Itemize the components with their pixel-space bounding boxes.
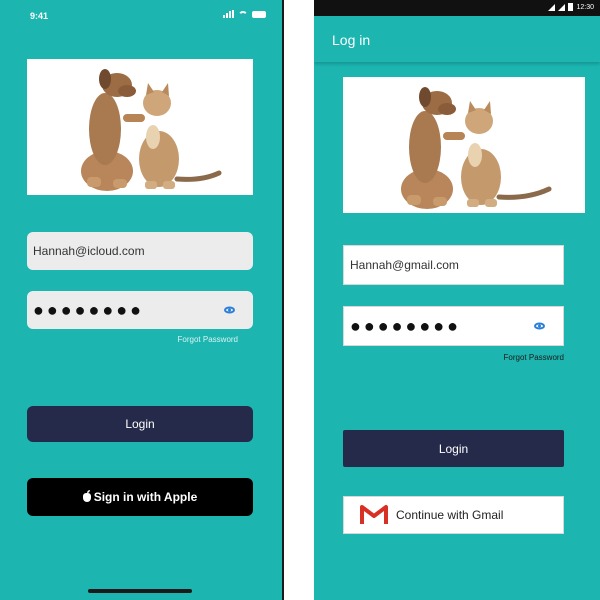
sign-in-with-apple-button[interactable]: Sign in with Apple bbox=[27, 478, 253, 516]
email-field[interactable]: Hannah@gmail.com bbox=[343, 245, 564, 285]
wifi-icon bbox=[238, 10, 248, 18]
pets-image bbox=[27, 59, 253, 195]
forgot-password-link[interactable]: Forgot Password bbox=[178, 335, 238, 344]
page-title: Log in bbox=[332, 32, 371, 48]
signal-icon bbox=[558, 3, 566, 11]
wifi-icon bbox=[548, 3, 556, 11]
app-bar: Log in bbox=[314, 16, 600, 62]
android-status-bar: 12:30 bbox=[314, 0, 600, 16]
apple-button-label: Sign in with Apple bbox=[93, 490, 198, 504]
dog-and-cat-illustration bbox=[81, 69, 222, 191]
continue-with-gmail-button[interactable]: Continue with Gmail bbox=[343, 496, 564, 534]
ios-screen: 9:41 Hannah@icloud.com ●●●●●●●● Forgot P… bbox=[0, 0, 284, 600]
password-mask: ●●●●●●●● bbox=[350, 316, 461, 336]
android-status-time: 12:30 bbox=[576, 3, 594, 11]
email-field[interactable]: Hannah@icloud.com bbox=[27, 232, 253, 270]
password-field[interactable]: ●●●●●●●● bbox=[343, 306, 564, 346]
eye-icon[interactable] bbox=[224, 306, 235, 314]
email-value: Hannah@gmail.com bbox=[350, 258, 459, 272]
gmail-icon bbox=[360, 505, 388, 524]
dog-and-cat-illustration bbox=[401, 87, 552, 209]
ios-status-time: 9:41 bbox=[30, 11, 49, 21]
password-field[interactable]: ●●●●●●●● bbox=[27, 291, 253, 329]
battery-icon bbox=[252, 10, 266, 18]
forgot-password-link[interactable]: Forgot Password bbox=[504, 353, 564, 362]
android-status-icons: 12:30 bbox=[548, 3, 594, 11]
android-screen: 12:30 Log in Hannah@gmail.com ●●●●●●●● F… bbox=[314, 0, 600, 600]
ios-status-icons bbox=[223, 10, 266, 18]
signal-icon bbox=[223, 10, 234, 18]
gmail-button-label: Continue with Gmail bbox=[396, 508, 504, 522]
battery-icon bbox=[568, 3, 574, 11]
login-button-label: Login bbox=[438, 441, 469, 456]
password-mask: ●●●●●●●● bbox=[33, 300, 144, 320]
home-indicator[interactable] bbox=[88, 589, 192, 593]
login-button[interactable]: Login bbox=[343, 430, 564, 467]
email-value: Hannah@icloud.com bbox=[33, 244, 145, 258]
eye-icon[interactable] bbox=[534, 322, 545, 330]
ios-status-bar: 9:41 bbox=[0, 0, 282, 32]
apple-icon bbox=[82, 489, 91, 502]
login-button[interactable]: Login bbox=[27, 406, 253, 442]
login-button-label: Login bbox=[125, 417, 155, 431]
pets-image bbox=[343, 77, 585, 213]
